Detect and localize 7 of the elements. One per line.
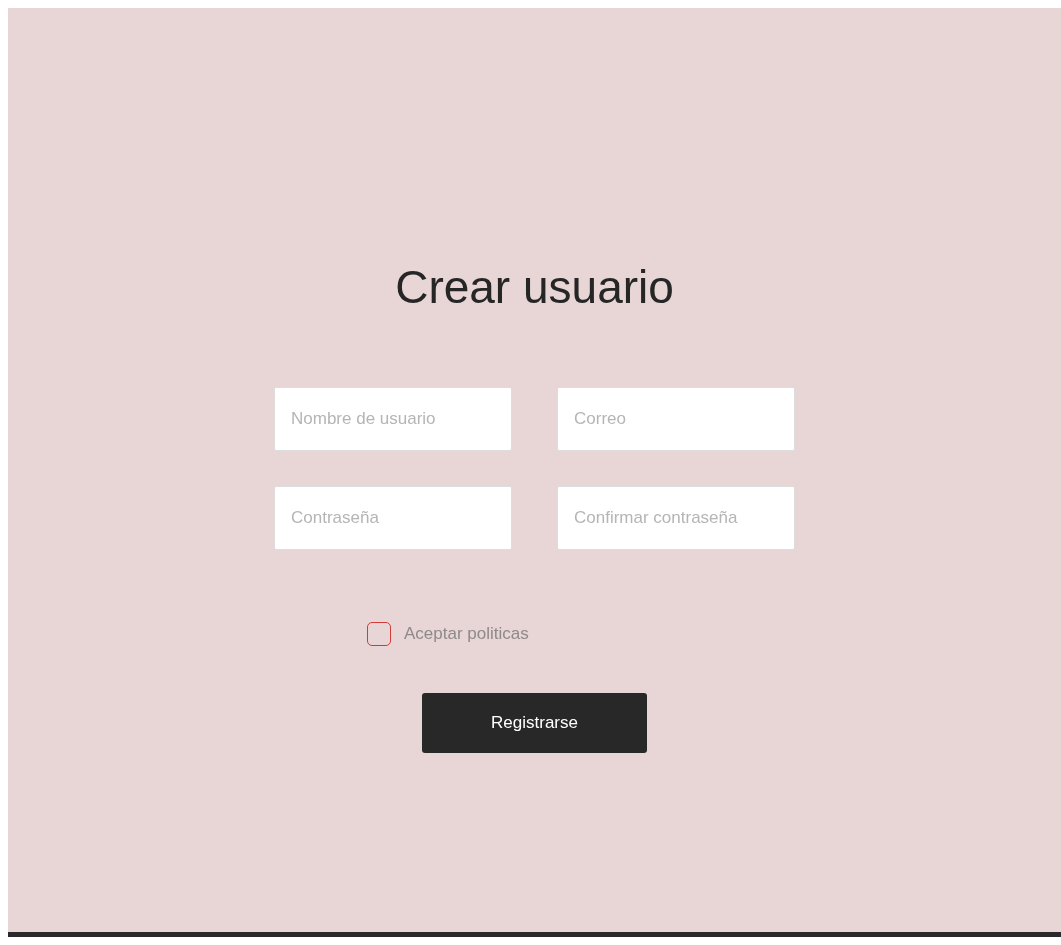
page-title: Crear usuario: [395, 260, 674, 315]
register-button[interactable]: Registrarse: [422, 693, 647, 753]
input-field[interactable]: Confirmar contraseña: [557, 486, 795, 550]
input-field[interactable]: Nombre de usuario: [274, 387, 512, 451]
input-field[interactable]: Contraseña: [274, 486, 512, 550]
policy-checkbox[interactable]: [367, 622, 391, 646]
input-field[interactable]: Correo: [557, 387, 795, 451]
